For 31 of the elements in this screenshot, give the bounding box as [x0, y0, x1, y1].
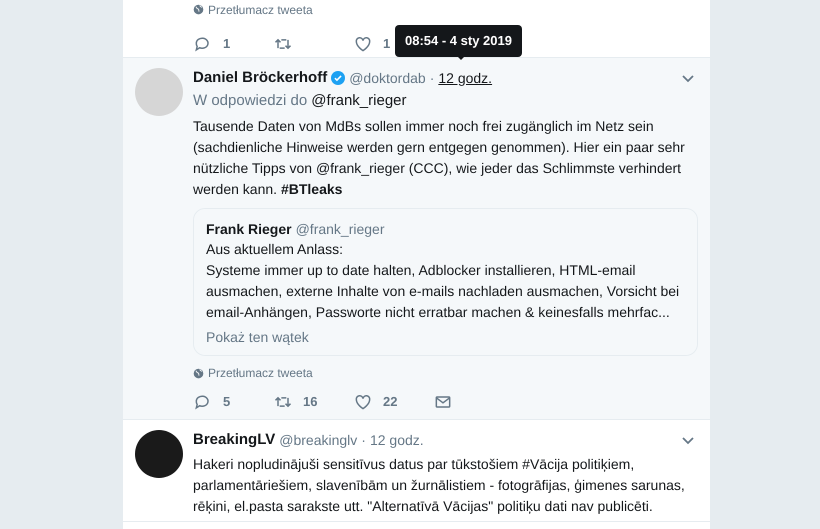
quoted-tweet-text: Systeme immer up to date halten, Adblocker installieren, HTML-email ausmachen, externe Inhalte von e-mails nachladen ausmachen, Vorsicht bei email-Anhängen, Passworte nicht erratbar machen & keinesfalls mehrfac... [206, 261, 680, 322]
globe-icon [193, 368, 204, 378]
reply-button[interactable]: 1 [193, 32, 273, 56]
heart-icon [353, 34, 373, 54]
tweet-text: Hakeri nopludinājuši sensitīvus datus par tūkstošiem #Vācija politiķiem, parlamentāriešiem, slavenībām un žurnālistiem - fotogrāfijas, ģimenes sarunas, rēķini, el.pasta sarakste utt. "Alternatīvā Vācijas" politiķu dati nav publicēti. [193, 455, 686, 516]
avatar-photo-placeholder[interactable] [135, 430, 183, 478]
quoted-tweet-text: Aus aktuellem Anlass: [206, 240, 344, 259]
separator-dot: · [430, 68, 434, 88]
reply-button[interactable]: 5 [193, 390, 273, 414]
author-name[interactable]: BreakingLV [193, 428, 276, 452]
separator-dot: · [361, 430, 366, 450]
author-handle[interactable]: @doktordab [349, 68, 426, 88]
mention-link[interactable]: @frank_rieger [311, 90, 407, 112]
reply-label: W odpowiedzi do [193, 90, 308, 111]
like-button[interactable]: 22 [353, 390, 433, 414]
heart-icon [353, 392, 373, 412]
timestamp-tooltip: 08:54 - 4 sty 2019 [395, 25, 522, 56]
retweet-button[interactable]: 16 [273, 390, 353, 414]
translate-link[interactable]: Przetłumacz tweeta [193, 2, 710, 17]
tweet-time-link[interactable]: 12 godz. [438, 68, 492, 88]
tooltip-pointer [456, 55, 466, 60]
author-name: Frank Rieger [206, 220, 292, 239]
tweet-time-link[interactable]: 12 godz. [370, 430, 424, 450]
author-handle: @frank_rieger [296, 220, 385, 239]
author-handle[interactable]: @breakinglv [279, 430, 358, 450]
globe-icon [193, 4, 204, 15]
translate-link[interactable]: Przetłumacz tweeta [193, 365, 698, 381]
tweet-background[interactable] [123, 58, 710, 420]
tweet-text: Tausende Daten von MdBs sollen immer noch frei zugänglich im Netz sein (sachdienliche Hinweise werden gern entgegen genommen). Hier ein paar sehr nützliche Tipps von @frank_rieger (CCC), wie jeder das Schlimmste verhindert werden kann. #BTleaks [193, 117, 686, 199]
author-name[interactable]: Daniel Bröckerhoff [193, 66, 328, 90]
show-thread-link[interactable]: Pokaż ten wątek [206, 327, 685, 347]
